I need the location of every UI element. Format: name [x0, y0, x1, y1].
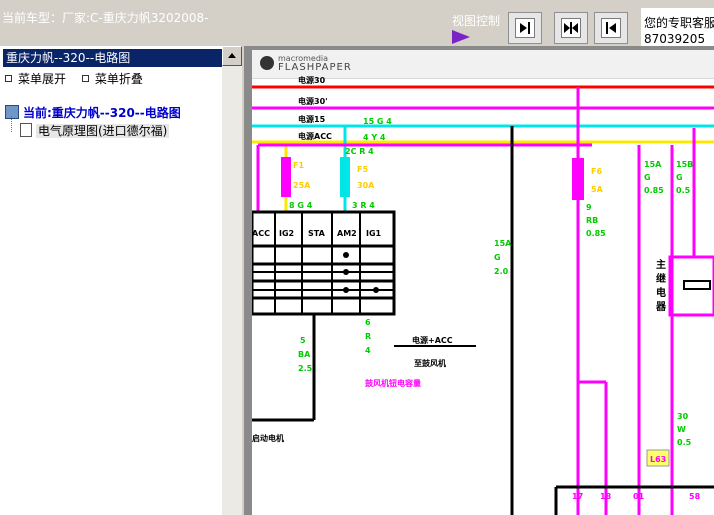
lbl-w9: 9	[586, 203, 592, 212]
lbl-relay-4: 器	[655, 301, 667, 313]
document-page[interactable]: macromedia FLASHPAPER 电源30 电源30' 电源15 电源…	[252, 50, 714, 515]
menu-collapse-button[interactable]: 菜单折叠	[81, 70, 143, 87]
lbl-w9b: RB	[586, 216, 598, 225]
view-control-label: 视图控制	[452, 14, 501, 28]
lbl-sw-sta: STA	[308, 229, 326, 238]
lbl-w6c: 4	[365, 346, 371, 355]
lbl-w9c: 0.85	[586, 229, 606, 238]
left-tree-panel: 重庆力帆--320--电路图 菜单展开 菜单折叠 当前:重庆力帆--320--电…	[0, 46, 242, 515]
contact-title: 您的专职客服	[644, 16, 714, 30]
lbl-w6b: R	[365, 332, 371, 341]
collapse-square-icon	[81, 75, 89, 82]
lbl-w30c: 0.5	[677, 438, 692, 447]
lbl-w6: 6	[365, 318, 371, 327]
lbl-sw-acc: ACC	[252, 229, 270, 238]
collapse-right-button[interactable]	[594, 12, 628, 44]
lbl-f1: F1	[293, 161, 304, 170]
lbl-w15s: 15B	[676, 160, 693, 169]
collapse-left-button[interactable]	[508, 12, 542, 44]
fuse-f5	[340, 157, 350, 197]
scroll-up-arrow-icon[interactable]	[222, 46, 242, 66]
lbl-f1a: 25A	[293, 181, 311, 190]
lbl-ig15: 电源15	[298, 114, 326, 124]
lbl-sw-ig1: IG1	[366, 229, 382, 238]
lbl-w15b2: G	[644, 173, 651, 182]
lbl-w15a: 15A	[494, 239, 512, 248]
lbl-4y4: 4 Y 4	[363, 133, 386, 142]
lbl-acc-power: 电源+ACC	[412, 335, 453, 345]
lbl-f5a: 30A	[357, 181, 375, 190]
lbl-pin18: 18	[600, 492, 612, 501]
document-icon	[20, 123, 32, 137]
lbl-w30b: W	[677, 425, 686, 434]
lbl-acc: 电源ACC	[298, 131, 332, 141]
view-control-arrow-icon	[452, 30, 470, 44]
lbl-w30: 30	[677, 412, 689, 421]
customer-service-box: 您的专职客服 87039205	[641, 8, 714, 46]
lbl-15g4: 15 G 4	[363, 117, 392, 126]
lbl-w15sb: G	[676, 173, 683, 182]
lbl-3r4: 3 R 4	[352, 201, 375, 210]
menu-controls: 菜单展开 菜单折叠	[5, 70, 155, 87]
lbl-w15c: 2.0	[494, 267, 509, 276]
left-panel-title: 重庆力帆--320--电路图	[3, 49, 222, 67]
lbl-to-blower: 至鼓风机	[414, 358, 446, 368]
tree-root-node[interactable]: 当前:重庆力帆--320--电路图	[5, 104, 181, 121]
split-view-button[interactable]	[554, 12, 588, 44]
lbl-w15b: G	[494, 253, 501, 262]
lbl-bat30: 电源30	[298, 75, 326, 85]
lbl-f6: F6	[591, 167, 602, 176]
lbl-w15c2: 0.85	[644, 186, 664, 195]
lbl-relay-1: 主	[656, 258, 666, 271]
fuse-f6	[572, 158, 584, 200]
wiring-diagram: 电源30 电源30' 电源15 电源ACC 15 G 4 4 Y 4 F1 25…	[252, 75, 714, 515]
lbl-pin01: 01	[633, 492, 645, 501]
menu-expand-button[interactable]: 菜单展开	[5, 70, 66, 87]
lbl-blower-cap: 鼓风机钮电容量	[365, 378, 421, 388]
left-panel-scrollbar[interactable]	[222, 46, 242, 515]
contact-phone: 87039205	[644, 32, 706, 46]
lbl-w5b: BA	[298, 350, 311, 359]
lbl-w15sc: 0.5	[676, 186, 691, 195]
current-car-model: 当前车型：厂家:C-重庆力帆3202008-	[2, 11, 209, 25]
lbl-pin17: 17	[572, 492, 583, 501]
lbl-sw-am2: AM2	[337, 229, 357, 238]
arrow-to-left-icon	[601, 18, 621, 38]
lbl-f5: F5	[357, 165, 368, 174]
lbl-w5c: 2.5	[298, 364, 313, 373]
lbl-conn-tag: L63	[650, 455, 666, 464]
tree-child-node[interactable]: 电气原理图(进口德尔福)	[10, 122, 170, 139]
lbl-8g4: 8 G 4	[289, 201, 313, 210]
lbl-pin58: 58	[689, 492, 701, 501]
top-toolbar: 当前车型：厂家:C-重庆力帆3202008- 视图控制 您的专职客服 87039…	[0, 0, 714, 46]
arrow-to-right-icon	[515, 18, 535, 38]
arrows-inward-icon	[561, 18, 581, 38]
lbl-f6a: 5A	[591, 185, 604, 194]
lbl-w5: 5	[300, 336, 306, 345]
main-relay	[668, 255, 714, 317]
fuse-f1	[281, 157, 291, 197]
lbl-starter: 启动电机	[252, 433, 284, 443]
lbl-bat30p: 电源30'	[298, 96, 328, 106]
lbl-2cr4: 2C R 4	[345, 147, 374, 156]
lbl-sw-ig2: IG2	[279, 229, 294, 238]
lbl-relay-3: 电	[656, 286, 666, 299]
lbl-w15a2: 15A	[644, 160, 662, 169]
lbl-relay-2: 继	[656, 272, 666, 285]
expand-square-icon	[5, 75, 12, 82]
